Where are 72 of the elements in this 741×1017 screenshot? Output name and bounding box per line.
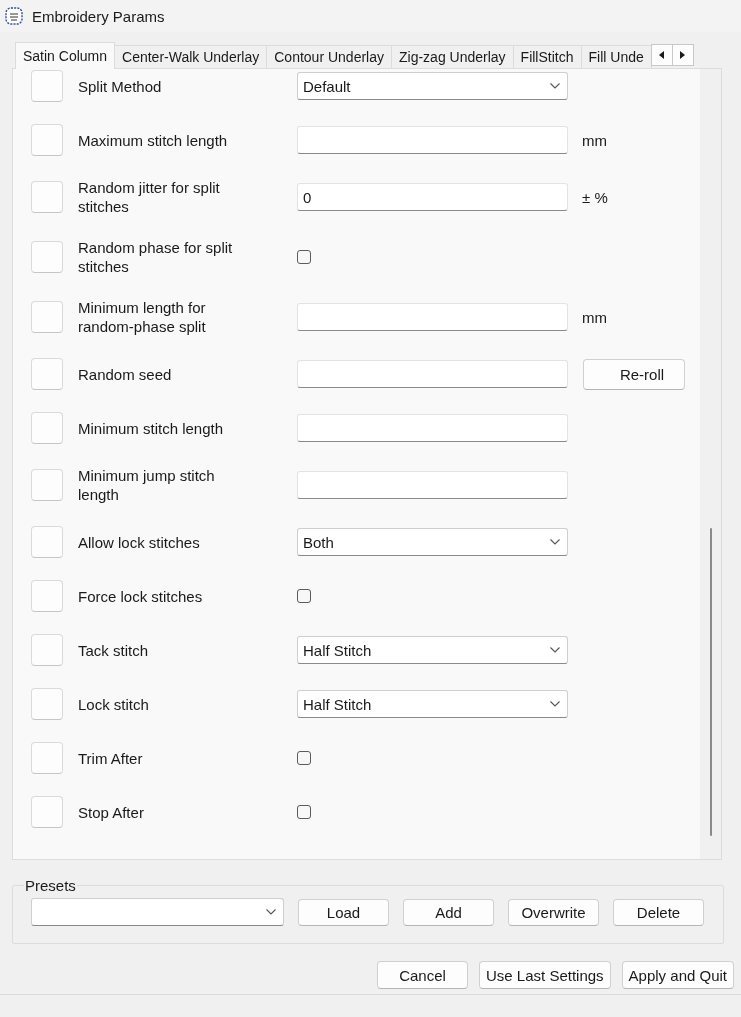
- param-label: Trim After: [78, 748, 144, 768]
- param-label: Maximum stitch length: [78, 130, 229, 150]
- preset-button[interactable]: Overwrite: [508, 898, 599, 926]
- input-field[interactable]: 0: [297, 183, 568, 211]
- dialog-button[interactable]: Use Last Settings: [479, 961, 611, 989]
- chevron-down-icon: [550, 647, 560, 653]
- param-label: Allow lock stitches: [78, 532, 201, 552]
- reroll-button[interactable]: Re-roll: [583, 358, 685, 390]
- toggle-button[interactable]: [31, 412, 63, 444]
- param-label: Split Method: [78, 76, 163, 96]
- unit-label: ± %: [582, 188, 608, 206]
- toggle-button[interactable]: [31, 358, 63, 390]
- param-label: Minimum jump stitch length: [78, 466, 216, 504]
- toggle-button[interactable]: [31, 469, 63, 501]
- chevron-down-icon: [266, 909, 276, 915]
- dialog-button[interactable]: Cancel: [377, 961, 469, 989]
- checkbox[interactable]: [297, 589, 311, 603]
- input-field[interactable]: [297, 126, 568, 154]
- param-label: Random phase for split stitches: [78, 238, 234, 276]
- tab[interactable]: Zig-zag Underlay: [391, 45, 514, 68]
- chevron-down-icon: [550, 701, 560, 707]
- tab[interactable]: Fill Unde: [580, 45, 652, 68]
- param-label: Lock stitch: [78, 694, 150, 714]
- param-label: Minimum length for random-phase split: [78, 298, 207, 336]
- scroll-left-button[interactable]: [650, 44, 673, 66]
- preset-button[interactable]: Load: [298, 898, 389, 926]
- chevron-down-icon: [550, 539, 560, 545]
- app-icon: [5, 7, 23, 25]
- left-triangle-icon: [659, 51, 665, 59]
- dropdown[interactable]: Default: [297, 72, 568, 100]
- input-field[interactable]: [297, 303, 568, 331]
- param-label: Force lock stitches: [78, 586, 204, 606]
- window-title: Embroidery Params: [32, 7, 165, 25]
- scroll-right-button[interactable]: [671, 44, 694, 66]
- chevron-down-icon: [550, 83, 560, 89]
- toggle-button[interactable]: [31, 742, 63, 774]
- toggle-button[interactable]: [31, 124, 63, 156]
- checkbox[interactable]: [297, 751, 311, 765]
- toggle-button[interactable]: [31, 70, 63, 102]
- dropdown[interactable]: Both: [297, 528, 568, 556]
- right-triangle-icon: [680, 51, 686, 59]
- input-field[interactable]: [297, 414, 568, 442]
- unit-label: mm: [582, 131, 607, 149]
- checkbox[interactable]: [297, 250, 311, 264]
- preset-button[interactable]: Delete: [613, 898, 704, 926]
- toggle-button[interactable]: [31, 688, 63, 720]
- tab[interactable]: Satin Column: [15, 42, 116, 69]
- param-label: Minimum stitch length: [78, 418, 225, 438]
- toggle-button[interactable]: [31, 580, 63, 612]
- scrollbar-thumb[interactable]: [709, 528, 712, 836]
- toggle-button[interactable]: [31, 634, 63, 666]
- tab[interactable]: Contour Underlay: [266, 45, 392, 68]
- param-label: Random seed: [78, 364, 173, 384]
- checkbox[interactable]: [297, 805, 311, 819]
- dropdown[interactable]: Half Stitch: [297, 636, 568, 664]
- preset-button[interactable]: Add: [403, 898, 494, 926]
- param-label: Random jitter for split stitches: [78, 178, 221, 216]
- preset-dropdown[interactable]: [31, 898, 284, 926]
- dropdown[interactable]: Half Stitch: [297, 690, 568, 718]
- dialog-button[interactable]: Apply and Quit: [621, 961, 734, 989]
- toggle-button[interactable]: [31, 796, 63, 828]
- tab[interactable]: Center-Walk Underlay: [114, 45, 268, 68]
- toggle-button[interactable]: [31, 241, 63, 273]
- group-title: Presets: [24, 877, 77, 894]
- input-field[interactable]: [297, 360, 568, 388]
- toggle-button[interactable]: [31, 181, 63, 213]
- toggle-button[interactable]: [31, 526, 63, 558]
- param-label: Stop After: [78, 802, 145, 822]
- param-label: Tack stitch: [78, 640, 150, 660]
- input-field[interactable]: [297, 471, 568, 499]
- toggle-button[interactable]: [31, 301, 63, 333]
- unit-label: mm: [582, 308, 607, 326]
